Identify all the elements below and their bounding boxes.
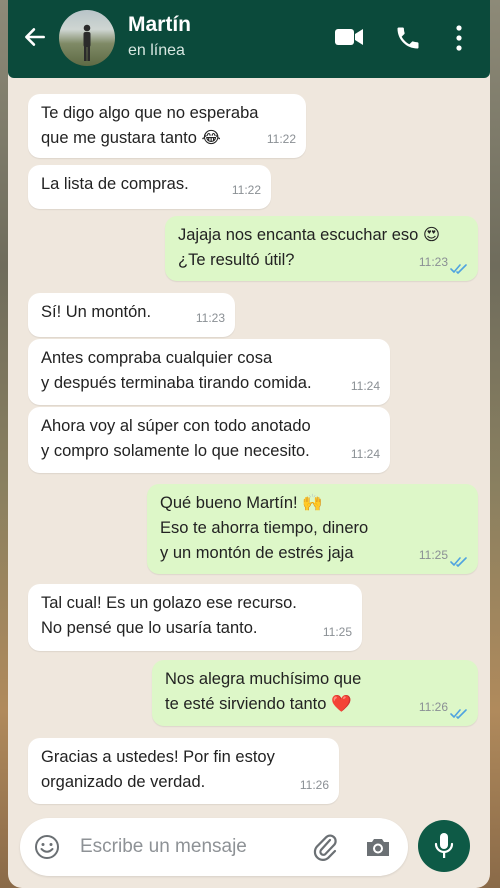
read-ticks-icon	[450, 557, 467, 567]
message-time: 11:23	[195, 311, 225, 325]
contact-status: en línea	[128, 42, 185, 59]
emoji-icon[interactable]	[34, 834, 60, 860]
message-bubble[interactable]: Te digo algo que no esperaba que me gust…	[28, 94, 306, 158]
contact-name[interactable]: Martín	[128, 13, 191, 37]
message-time: 11:22	[266, 132, 296, 146]
message-bubble[interactable]: Qué bueno Martín! 🙌 Eso te ahorra tiempo…	[147, 484, 478, 574]
back-arrow-icon[interactable]	[22, 24, 48, 50]
message-bubble[interactable]: Gracias a ustedes! Por fin estoy organiz…	[28, 738, 339, 804]
message-time: 11:24	[350, 447, 380, 461]
message-text: La lista de compras.	[41, 175, 189, 193]
chat-header: Martín en línea	[8, 0, 490, 78]
message-text: Antes compraba cualquier cosa y después …	[41, 349, 312, 392]
message-bubble[interactable]: Antes compraba cualquier cosa y después …	[28, 339, 390, 405]
phone-call-icon[interactable]	[394, 24, 422, 52]
message-composer[interactable]: Escribe un mensaje	[20, 818, 408, 876]
microphone-button[interactable]	[418, 820, 470, 872]
message-time: 11:26	[418, 700, 448, 714]
message-text: Te digo algo que no esperaba que me gust…	[41, 104, 259, 147]
message-text: Gracias a ustedes! Por fin estoy organiz…	[41, 748, 275, 791]
microphone-icon	[434, 833, 454, 858]
more-options-icon[interactable]	[454, 24, 464, 52]
message-list: Te digo algo que no esperaba que me gust…	[8, 78, 490, 808]
message-text: Ahora voy al súper con todo anotado y co…	[41, 417, 311, 460]
message-bubble[interactable]: Jajaja nos encanta escuchar eso 😍 ¿Te re…	[165, 216, 478, 281]
message-time: 11:24	[350, 379, 380, 393]
video-call-icon[interactable]	[334, 24, 364, 50]
chat-screen: Martín en línea Te digo algo que no espe…	[8, 0, 490, 888]
message-bubble[interactable]: Nos alegra muchísimo que te esté sirvien…	[152, 660, 478, 726]
attach-icon[interactable]	[312, 832, 338, 862]
read-ticks-icon	[450, 264, 467, 274]
message-input[interactable]: Escribe un mensaje	[80, 836, 247, 858]
message-time: 11:22	[231, 183, 261, 197]
message-time: 11:23	[418, 255, 448, 269]
message-time: 11:26	[299, 778, 329, 792]
message-bubble[interactable]: Tal cual! Es un golazo ese recurso. No p…	[28, 584, 362, 651]
message-time: 11:25	[418, 548, 448, 562]
read-ticks-icon	[450, 709, 467, 719]
avatar[interactable]	[59, 10, 115, 66]
message-bubble[interactable]: Ahora voy al súper con todo anotado y co…	[28, 407, 390, 473]
message-bubble[interactable]: La lista de compras. 11:22	[28, 165, 271, 209]
message-text: Tal cual! Es un golazo ese recurso. No p…	[41, 594, 297, 637]
message-time: 11:25	[322, 625, 352, 639]
message-bubble[interactable]: Sí! Un montón. 11:23	[28, 293, 235, 337]
camera-icon[interactable]	[364, 834, 392, 860]
